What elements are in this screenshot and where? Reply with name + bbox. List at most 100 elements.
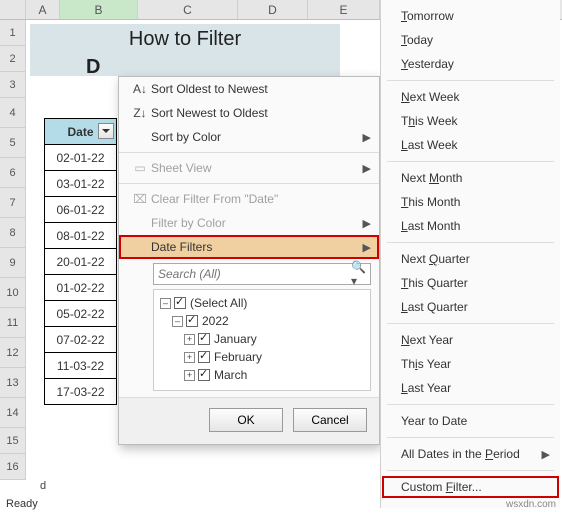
chevron-right-icon: ▶ [542, 448, 550, 461]
table-row[interactable]: 06-01-22 [45, 197, 117, 223]
table-row[interactable]: 03-01-22 [45, 171, 117, 197]
submenu-item[interactable]: Tomorrow [381, 4, 560, 28]
submenu-item[interactable]: Custom Filter... [381, 475, 560, 499]
date-header-label: Date [67, 125, 93, 139]
submenu-label: This Week [401, 114, 458, 128]
sheet-view-icon: ▭ [129, 161, 151, 175]
submenu-label: Last Month [401, 219, 460, 233]
tree-expand-icon[interactable]: + [184, 370, 195, 381]
date-header[interactable]: Date [45, 119, 117, 145]
submenu-label: This Month [401, 195, 460, 209]
clear-filter-icon: ⌧ [129, 192, 151, 206]
tree-label: January [214, 332, 257, 346]
submenu-item[interactable]: This Year [381, 352, 560, 376]
row-header[interactable]: 4 [0, 98, 26, 128]
sort-oldest-item[interactable]: A↓ Sort Oldest to Newest [119, 77, 379, 101]
row-header[interactable]: 6 [0, 158, 26, 188]
submenu-label: Next Year [401, 333, 453, 347]
filter-dropdown-icon[interactable] [98, 123, 114, 139]
search-icon[interactable]: 🔍▾ [351, 266, 367, 282]
submenu-label: Yesterday [401, 57, 454, 71]
tree-expand-icon[interactable]: + [184, 334, 195, 345]
row-header[interactable]: 7 [0, 188, 26, 218]
submenu-item[interactable]: This Month [381, 190, 560, 214]
row-header[interactable]: 8 [0, 218, 26, 248]
checkbox[interactable] [174, 297, 186, 309]
submenu-item[interactable]: Next Quarter [381, 247, 560, 271]
submenu-label: This Quarter [401, 276, 468, 290]
clear-filter-item: ⌧ Clear Filter From "Date" [119, 187, 379, 211]
sort-by-color-item[interactable]: Sort by Color ▶ [119, 125, 379, 149]
submenu-item[interactable]: Last Year [381, 376, 560, 400]
checkbox[interactable] [186, 315, 198, 327]
row-header[interactable]: 1 [0, 20, 26, 46]
row-header[interactable]: 3 [0, 72, 26, 98]
separator [387, 470, 554, 471]
col-header-b[interactable]: B [60, 0, 138, 19]
col-header-c[interactable]: C [138, 0, 238, 19]
submenu-item[interactable]: Last Quarter [381, 295, 560, 319]
submenu-label: Custom Filter... [401, 480, 482, 494]
submenu-item[interactable]: Next Year [381, 328, 560, 352]
row-header[interactable]: 15 [0, 428, 26, 454]
submenu-item[interactable]: Next Month [381, 166, 560, 190]
submenu-label: Last Year [401, 381, 451, 395]
menu-label: Filter by Color [151, 216, 363, 230]
col-header-e[interactable]: E [308, 0, 380, 19]
tree-collapse-icon[interactable]: – [172, 316, 183, 327]
row-header[interactable]: 12 [0, 338, 26, 368]
tree-expand-icon[interactable]: + [184, 352, 195, 363]
date-filters-item[interactable]: Date Filters ▶ [119, 235, 379, 259]
submenu-label: Today [401, 33, 433, 47]
ok-button[interactable]: OK [209, 408, 283, 432]
submenu-item[interactable]: Yesterday [381, 52, 560, 76]
table-row[interactable]: 11-03-22 [45, 353, 117, 379]
search-row: 🔍▾ [153, 263, 371, 285]
row-header[interactable]: 11 [0, 308, 26, 338]
checkbox[interactable] [198, 369, 210, 381]
sheet-tab[interactable]: d [40, 480, 46, 492]
sort-newest-item[interactable]: Z↓ Sort Newest to Oldest [119, 101, 379, 125]
row-header[interactable]: 14 [0, 398, 26, 428]
submenu-item[interactable]: Year to Date [381, 409, 560, 433]
row-header[interactable]: 16 [0, 454, 26, 480]
date-filters-submenu: Tomorrow Today Yesterday Next Week This Week… [380, 0, 560, 508]
submenu-label: Last Quarter [401, 300, 468, 314]
search-input[interactable] [153, 263, 371, 285]
col-header-d[interactable]: D [238, 0, 308, 19]
select-all-corner[interactable] [0, 0, 26, 19]
row-header[interactable]: 5 [0, 128, 26, 158]
submenu-item[interactable]: Next Week [381, 85, 560, 109]
menu-label: Clear Filter From "Date" [151, 192, 371, 206]
col-header-a[interactable]: A [26, 0, 60, 19]
table-row[interactable]: 08-01-22 [45, 223, 117, 249]
row-header[interactable]: 10 [0, 278, 26, 308]
submenu-item[interactable]: This Quarter [381, 271, 560, 295]
tree-label: (Select All) [190, 296, 247, 310]
checkbox[interactable] [198, 351, 210, 363]
table-row[interactable]: 02-01-22 [45, 145, 117, 171]
table-row[interactable]: 07-02-22 [45, 327, 117, 353]
row-header[interactable]: 9 [0, 248, 26, 278]
checkbox[interactable] [198, 333, 210, 345]
submenu-item[interactable]: This Week [381, 109, 560, 133]
submenu-item[interactable]: All Dates in the Period▶ [381, 442, 560, 466]
row-header[interactable]: 2 [0, 46, 26, 72]
date-table: Date 02-01-22 03-01-22 06-01-22 08-01-22… [44, 118, 117, 405]
tree-collapse-icon[interactable]: – [160, 298, 171, 309]
submenu-item[interactable]: Last Week [381, 133, 560, 157]
submenu-label: Tomorrow [401, 9, 454, 23]
submenu-label: Year to Date [401, 414, 467, 428]
table-row[interactable]: 17-03-22 [45, 379, 117, 405]
cancel-button[interactable]: Cancel [293, 408, 367, 432]
row-header[interactable]: 13 [0, 368, 26, 398]
submenu-item[interactable]: Last Month [381, 214, 560, 238]
filter-tree[interactable]: – (Select All) – 2022 + January + Februa… [153, 289, 371, 391]
submenu-item[interactable]: Today [381, 28, 560, 52]
separator [119, 152, 379, 153]
separator [387, 242, 554, 243]
table-row[interactable]: 05-02-22 [45, 301, 117, 327]
table-row[interactable]: 20-01-22 [45, 249, 117, 275]
menu-label: Sort Newest to Oldest [151, 106, 371, 120]
table-row[interactable]: 01-02-22 [45, 275, 117, 301]
